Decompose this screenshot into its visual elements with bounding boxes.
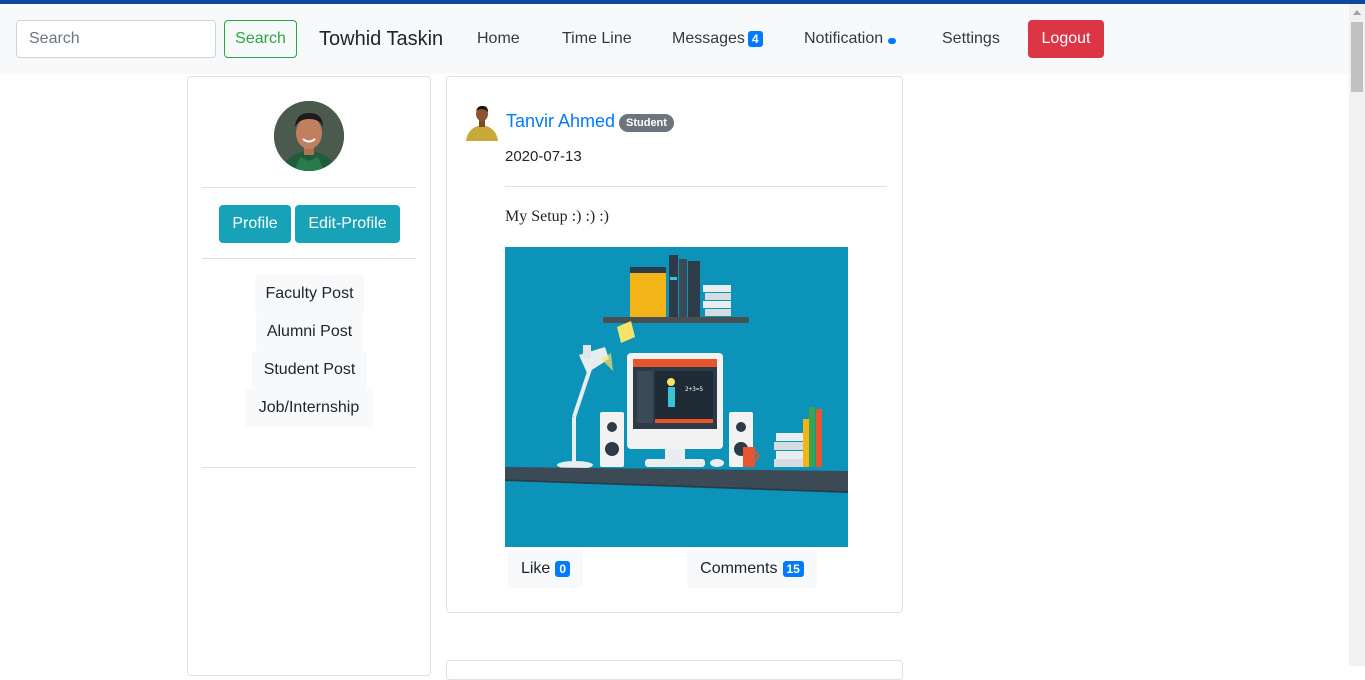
- divider: [202, 467, 416, 468]
- sidebar-item-job-internship[interactable]: Job/Internship: [245, 389, 373, 427]
- nav-timeline-label: Time Line: [562, 30, 632, 47]
- scroll-up-arrow-icon[interactable]: [1349, 4, 1365, 20]
- profile-button[interactable]: Profile: [219, 205, 291, 243]
- role-badge: Student: [619, 114, 674, 132]
- desk-setup-illustration-icon: 2+3=5: [505, 247, 848, 547]
- like-button[interactable]: Like 0: [508, 550, 583, 588]
- nav-messages[interactable]: Messages 4: [672, 30, 763, 48]
- next-post-card: [446, 660, 903, 680]
- nav-timeline[interactable]: Time Line: [562, 30, 632, 48]
- sidebar-item-faculty-post[interactable]: Faculty Post: [255, 275, 364, 313]
- navbar: Search Towhid Taskin Home Time Line Mess…: [0, 4, 1349, 74]
- post-date: 2020-07-13: [505, 148, 582, 165]
- logout-button[interactable]: Logout: [1028, 20, 1104, 58]
- nav-messages-label: Messages: [672, 30, 745, 47]
- edit-profile-button[interactable]: Edit-Profile: [295, 205, 400, 243]
- sidebar-item-student-post[interactable]: Student Post: [252, 351, 367, 389]
- nav-notification[interactable]: Notification: [804, 30, 897, 48]
- svg-text:2+3=5: 2+3=5: [685, 386, 703, 393]
- like-count-badge: 0: [555, 561, 571, 577]
- comments-label: Comments: [700, 560, 778, 577]
- post-text: My Setup :) :) :): [505, 208, 609, 225]
- divider: [505, 186, 887, 187]
- like-label: Like: [520, 560, 551, 577]
- scrollbar-thumb[interactable]: [1351, 22, 1363, 92]
- nav-home-label: Home: [477, 30, 520, 47]
- nav-settings[interactable]: Settings: [942, 30, 1000, 48]
- nav-settings-label: Settings: [942, 30, 1000, 47]
- brand-name[interactable]: Towhid Taskin: [319, 28, 443, 51]
- notification-dot-icon: [888, 37, 897, 44]
- nav-home[interactable]: Home: [477, 30, 520, 48]
- messages-count-badge: 4: [747, 31, 763, 47]
- user-avatar-icon: [274, 101, 344, 171]
- comments-count-badge: 15: [782, 561, 804, 577]
- search-button[interactable]: Search: [224, 20, 297, 58]
- nav-notification-label: Notification: [804, 30, 884, 47]
- vertical-scrollbar[interactable]: [1349, 4, 1365, 666]
- post-card: Tanvir Ahmed Student 2020-07-13 My Setup…: [446, 76, 903, 613]
- divider: [202, 258, 416, 259]
- search-input[interactable]: [16, 20, 216, 58]
- post-image[interactable]: 2+3=5: [505, 247, 848, 547]
- divider: [202, 187, 416, 188]
- profile-sidebar: Profile Edit-Profile Faculty Post Alumni…: [187, 76, 431, 676]
- author-avatar-icon[interactable]: [464, 103, 500, 141]
- user-avatar[interactable]: [274, 101, 344, 171]
- sidebar-item-alumni-post[interactable]: Alumni Post: [256, 313, 363, 351]
- post-author-link[interactable]: Tanvir Ahmed: [506, 111, 615, 132]
- comments-button[interactable]: Comments 15: [687, 550, 817, 588]
